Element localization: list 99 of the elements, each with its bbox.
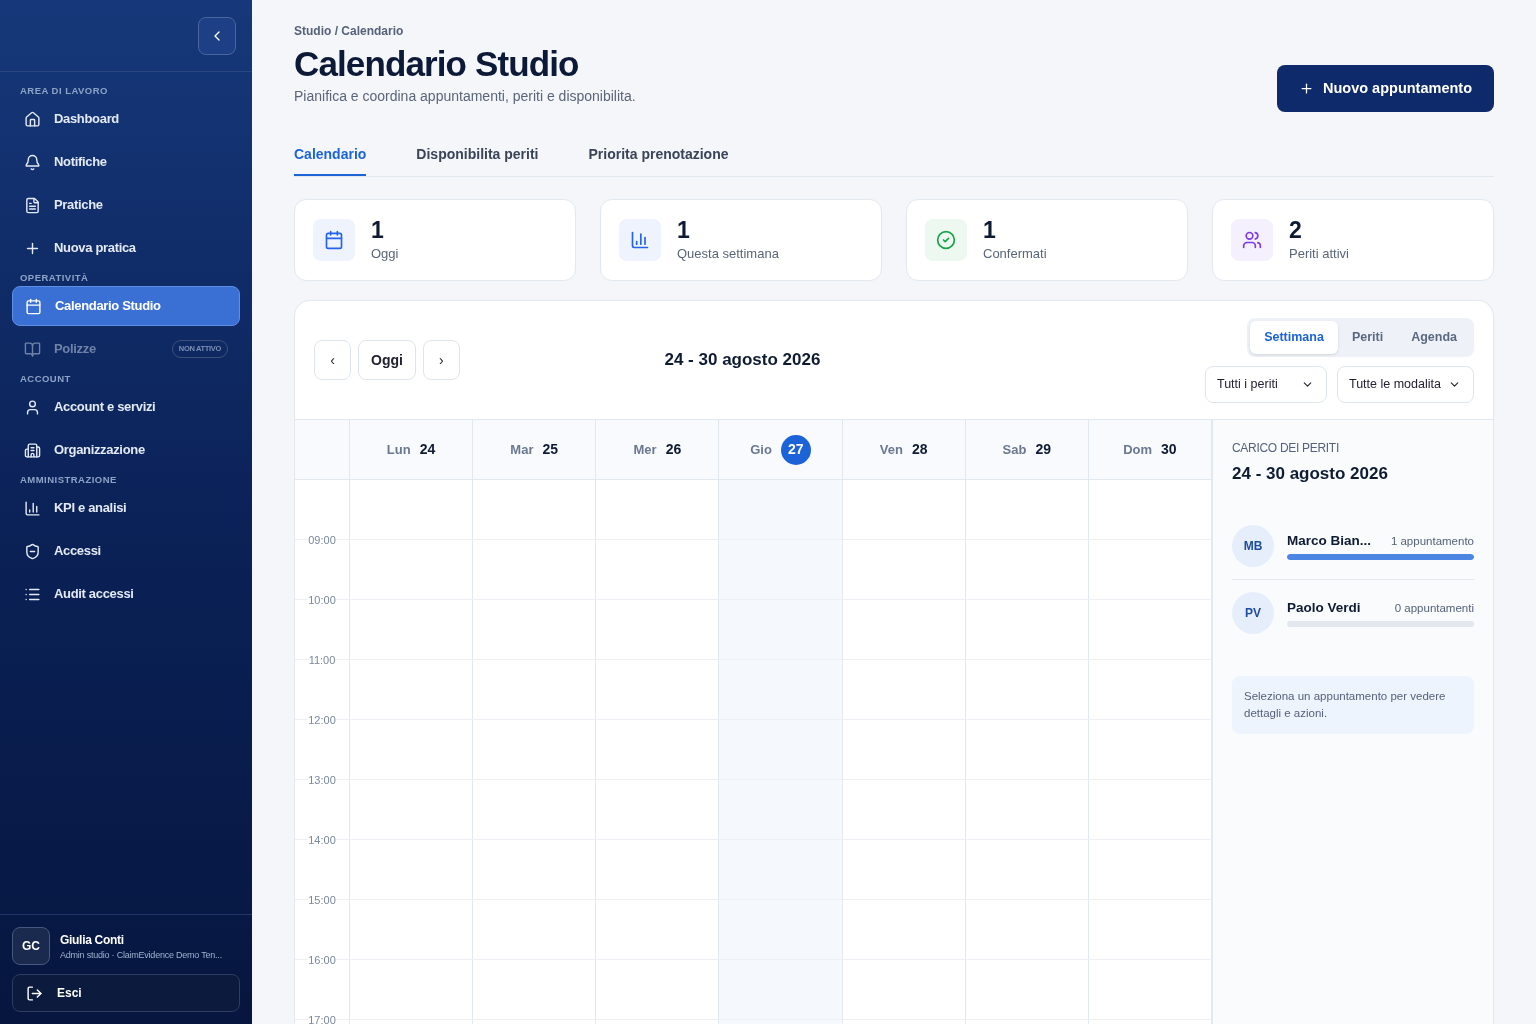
stat-label: Confermati (983, 245, 1047, 264)
collapse-button[interactable] (198, 16, 236, 55)
page-title: Calendario Studio (294, 43, 580, 85)
hint-message: Seleziona un appuntamento per vedere dettagli e azioni. (1232, 675, 1474, 734)
view-tab[interactable]: Agenda (1397, 320, 1471, 354)
section-heading: AREA DI LAVORO (19, 84, 109, 98)
expert-avatar: MB (1232, 524, 1274, 567)
stat-value: 1 (983, 216, 997, 245)
nav-item[interactable]: Audit accessi (12, 574, 240, 614)
shield-icon (24, 542, 41, 560)
time-slot[interactable] (719, 600, 843, 659)
hour-label: 10:00 (308, 593, 336, 607)
time-slot[interactable] (719, 480, 843, 539)
nav-item[interactable]: Calendario Studio (12, 286, 240, 326)
book-icon (24, 340, 41, 358)
today-button[interactable]: Oggi (358, 340, 416, 380)
section-heading: ACCOUNT (19, 372, 72, 386)
expert-avatar: PV (1232, 591, 1274, 634)
breadcrumb: Studio / Calendario (294, 23, 405, 40)
day-number: 24 (419, 440, 436, 459)
next-button[interactable]: › (422, 340, 460, 380)
page-tab[interactable]: Calendario (294, 134, 367, 176)
view-tab[interactable]: Periti (1337, 320, 1398, 354)
nav-item[interactable]: Organizzazione (12, 430, 240, 470)
calendar-icon (25, 297, 42, 315)
weekday-label: Dom (1123, 440, 1153, 459)
expert-name: Paolo Verdi (1287, 598, 1361, 617)
nav-item[interactable]: Nuova pratica (12, 228, 240, 268)
calendar-icon (324, 230, 344, 250)
day-number: 27 (780, 434, 811, 465)
building-icon (24, 441, 41, 459)
day-number: 26 (665, 440, 682, 459)
time-slot[interactable] (719, 660, 843, 719)
time-slot[interactable] (719, 960, 843, 1019)
stat-value: 1 (677, 216, 691, 245)
stat-value: 1 (371, 216, 385, 245)
new-appointment-button[interactable]: Nuovo appuntamento (1276, 65, 1494, 112)
user-name: Giulia Conti (60, 931, 125, 949)
previous-button[interactable]: ‹ (314, 340, 351, 380)
weekday-label: Sab (1002, 440, 1027, 459)
stat-label: Questa settimana (677, 245, 779, 264)
stat-label: Oggi (371, 245, 399, 264)
panel-heading: CARICO DEI PERITI (1232, 440, 1340, 457)
view-tab[interactable]: Settimana (1250, 320, 1338, 354)
hour-label: 17:00 (308, 1013, 336, 1024)
bar-chart-icon (630, 230, 650, 250)
hour-label: 14:00 (308, 833, 336, 847)
hour-label: 13:00 (308, 773, 336, 787)
section-heading: OPERATIVITÀ (19, 271, 90, 285)
expert-name: Marco Bian... (1287, 531, 1372, 550)
nav-item[interactable]: Accessi (12, 531, 240, 571)
appointment-count: 0 appuntamenti (1394, 600, 1474, 616)
house-icon (24, 110, 41, 128)
hour-label: 12:00 (308, 713, 336, 727)
plus-icon (1298, 81, 1314, 96)
time-slot[interactable] (719, 720, 843, 779)
weekday-label: Mar (510, 440, 534, 459)
user-icon (24, 398, 41, 416)
time-slot[interactable] (719, 840, 843, 899)
time-slot[interactable] (719, 900, 843, 959)
nav-item[interactable]: Account e servizi (12, 387, 240, 427)
time-slot[interactable] (719, 540, 843, 599)
nav-item[interactable]: Dashboard (12, 99, 240, 139)
page-tab[interactable]: Disponibilita periti (416, 134, 539, 176)
user-avatar: GC (12, 927, 50, 965)
day-number: 25 (542, 440, 559, 459)
document-icon (24, 196, 41, 214)
users-icon (1242, 230, 1262, 250)
section-heading: AMMINISTRAZIONE (19, 473, 118, 487)
bar-chart-icon (24, 499, 41, 517)
appointment-count: 1 appuntamento (1390, 533, 1474, 549)
filter-dropdown[interactable]: Tutti i periti (1205, 365, 1327, 403)
nav-item[interactable]: KPI e analisi (12, 488, 240, 528)
day-number: 29 (1035, 440, 1051, 459)
hour-label: 15:00 (308, 893, 336, 907)
bell-icon (24, 153, 41, 171)
page-subtitle: Pianifica e coordina appuntamenti, periti e disponibilita. (294, 87, 636, 106)
nav-item[interactable]: Notifiche (12, 142, 240, 182)
stat-label: Periti attivi (1289, 245, 1349, 264)
hour-label: 09:00 (308, 533, 336, 547)
nav-item[interactable]: Pratiche (12, 185, 240, 225)
panel-date-range: 24 - 30 agosto 2026 (1232, 463, 1389, 485)
user-role: Admin studio · ClaimEvidence Demo Ten... (60, 948, 222, 962)
date-range: 24 - 30 agosto 2026 (663, 349, 822, 372)
hour-label: 16:00 (308, 953, 336, 967)
logout-button[interactable]: Esci (12, 974, 240, 1012)
time-slot[interactable] (719, 780, 843, 839)
day-number: 30 (1161, 440, 1177, 459)
weekday-label: Mer (633, 440, 657, 459)
filter-dropdown[interactable]: Tutte le modalita (1337, 365, 1474, 403)
page-tab[interactable]: Priorita prenotazione (588, 134, 729, 176)
weekday-label: Ven (879, 440, 903, 459)
logout-icon (26, 984, 43, 1002)
weekday-label: Gio (750, 440, 772, 459)
weekday-label: Lun (386, 440, 411, 459)
day-number: 28 (911, 440, 928, 459)
stat-value: 2 (1289, 216, 1303, 245)
hour-label: 11:00 (308, 653, 336, 667)
check-circle-icon (936, 230, 956, 250)
